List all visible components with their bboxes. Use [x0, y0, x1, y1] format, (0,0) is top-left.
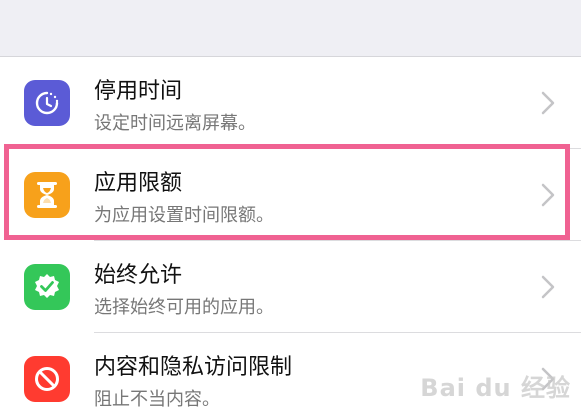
row-subtitle: 阻止不当内容。: [94, 389, 220, 410]
screen: 停用时间 设定时间远离屏幕。 应用限额 为应用设置时间限额。 始终允许 选择始终…: [0, 0, 581, 417]
row-title: 始终允许: [94, 263, 183, 288]
hourglass-icon: [24, 172, 70, 218]
downtime-icon: [24, 80, 70, 126]
settings-row-always-allowed[interactable]: 始终允许 选择始终可用的应用。: [0, 241, 581, 333]
settings-list: 停用时间 设定时间远离屏幕。 应用限额 为应用设置时间限额。 始终允许 选择始终…: [0, 57, 581, 417]
row-title: 停用时间: [94, 79, 183, 104]
section-header-gap: [0, 0, 581, 57]
row-subtitle: 设定时间远离屏幕。: [94, 113, 256, 134]
row-subtitle: 选择始终可用的应用。: [94, 297, 274, 318]
watermark-text: Bai du 经验: [420, 374, 571, 402]
settings-row-downtime[interactable]: 停用时间 设定时间远离屏幕。: [0, 57, 581, 149]
baidu-jingyan-watermark: Bai du 经验: [420, 368, 571, 403]
settings-row-app-limits[interactable]: 应用限额 为应用设置时间限额。: [0, 149, 581, 241]
chevron-right-icon: [541, 183, 555, 207]
row-title: 内容和隐私访问限制: [94, 355, 293, 380]
row-title: 应用限额: [94, 171, 183, 196]
checkmark-badge-icon: [24, 264, 70, 310]
row-subtitle: 为应用设置时间限额。: [94, 205, 274, 226]
restriction-icon: [24, 356, 70, 402]
chevron-right-icon: [541, 275, 555, 299]
chevron-right-icon: [541, 91, 555, 115]
